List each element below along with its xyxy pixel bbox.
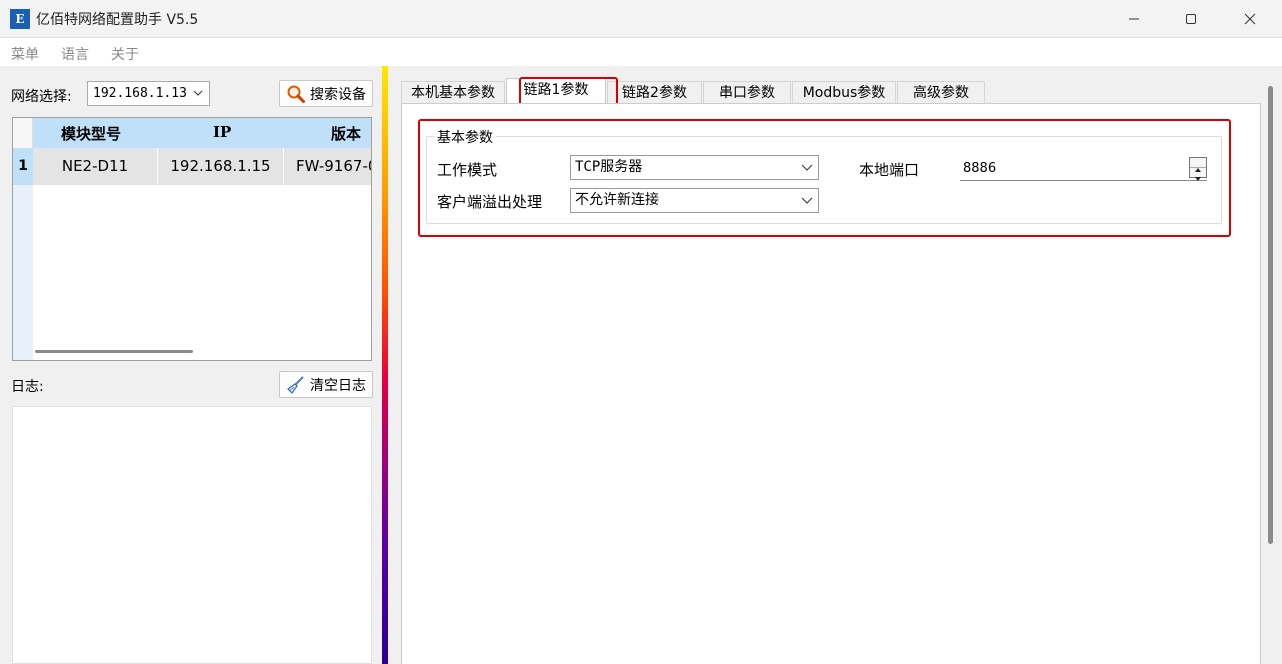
clear-log-label: 清空日志	[310, 377, 366, 394]
menu-bar: 菜单 语言 关于	[0, 38, 1282, 66]
tab-advanced[interactable]: 高级参数	[897, 81, 985, 105]
network-select-label: 网络选择:	[11, 89, 72, 105]
settings-panel: 本机基本参数 链路1参数 链路2参数 串口参数 Modbus参数 高级参数 基本…	[388, 66, 1282, 664]
tab-modbus[interactable]: Modbus参数	[792, 81, 896, 105]
cell-version: FW-9167-0	[284, 148, 371, 185]
horizontal-scrollbar[interactable]	[35, 350, 193, 353]
overflow-handling-label: 客户端溢出处理	[437, 193, 543, 211]
close-button[interactable]	[1222, 0, 1278, 38]
stepper-up-button[interactable]	[1190, 158, 1206, 172]
log-label: 日志:	[11, 379, 44, 395]
chevron-down-icon	[193, 90, 203, 96]
local-port-value: 8886	[963, 161, 997, 176]
work-mode-label: 工作模式	[437, 161, 498, 179]
tab-link2[interactable]: 链路2参数	[607, 81, 702, 105]
menu-item-about[interactable]: 关于	[111, 44, 139, 64]
network-select-value: 192.168.1.13	[93, 86, 187, 101]
local-port-label: 本地端口	[859, 161, 920, 179]
table-corner	[13, 118, 33, 148]
search-device-button[interactable]: 搜索设备	[279, 80, 373, 107]
cell-ip: 192.168.1.15	[158, 148, 284, 185]
search-icon	[287, 85, 305, 103]
tab-local-basic[interactable]: 本机基本参数	[401, 81, 505, 105]
maximize-button[interactable]	[1163, 0, 1219, 38]
table-row[interactable]: NE2-D11 192.168.1.15 FW-9167-0	[33, 148, 371, 185]
device-table: 模块型号 IP 版本 1 NE2-D11 192.168.1.15 FW-916…	[12, 117, 372, 361]
close-icon	[1244, 13, 1256, 25]
title-bar: E 亿佰特网络配置助手 V5.5	[0, 0, 1282, 38]
minimize-button[interactable]	[1106, 0, 1162, 38]
overflow-handling-select[interactable]: 不允许新连接	[570, 188, 819, 213]
chevron-down-icon	[801, 197, 813, 204]
column-header-ip[interactable]: IP	[213, 123, 231, 141]
tab-serial[interactable]: 串口参数	[703, 81, 791, 105]
menu-item-menu[interactable]: 菜单	[11, 44, 39, 64]
caret-down-icon	[1195, 177, 1201, 181]
stepper-buttons	[1189, 157, 1207, 181]
log-textarea[interactable]	[12, 406, 372, 664]
device-panel: 网络选择: 192.168.1.13 搜索设备 模块型号 IP 版本 1 NE2…	[0, 66, 382, 664]
cell-model: NE2-D11	[33, 148, 158, 185]
vertical-scrollbar[interactable]	[1268, 86, 1273, 544]
broom-icon	[287, 375, 304, 394]
work-mode-select[interactable]: TCP服务器	[570, 155, 819, 180]
column-header-model[interactable]: 模块型号	[61, 123, 121, 144]
app-logo-icon: E	[10, 9, 30, 29]
window-title: 亿佰特网络配置助手 V5.5	[36, 12, 199, 28]
overflow-handling-value: 不允许新连接	[575, 192, 659, 208]
clear-log-button[interactable]: 清空日志	[279, 371, 373, 398]
local-port-stepper[interactable]: 8886	[960, 156, 1207, 181]
row-number[interactable]: 1	[13, 148, 33, 185]
stepper-down-button[interactable]	[1190, 168, 1206, 181]
group-title: 基本参数	[434, 127, 496, 147]
network-select[interactable]: 192.168.1.13	[87, 81, 210, 106]
column-header-version[interactable]: 版本	[331, 123, 361, 144]
search-device-label: 搜索设备	[310, 86, 366, 103]
maximize-icon	[1186, 14, 1196, 24]
work-mode-value: TCP服务器	[575, 159, 643, 175]
menu-item-language[interactable]: 语言	[61, 44, 89, 64]
chevron-down-icon	[801, 164, 813, 171]
minimize-icon	[1129, 18, 1139, 20]
